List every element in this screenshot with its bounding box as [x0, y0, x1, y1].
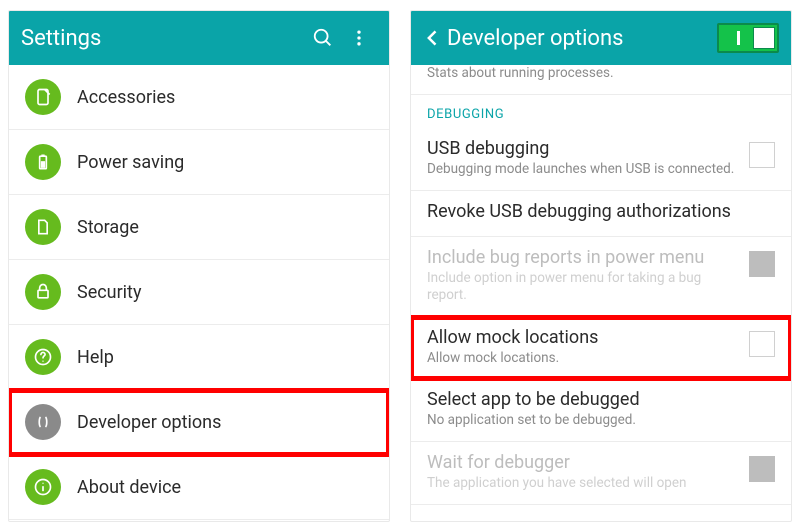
search-icon[interactable] — [305, 20, 341, 56]
settings-item-label: Help — [77, 347, 114, 368]
settings-item-label: Developer options — [77, 412, 221, 433]
settings-screen: Settings Accessories Power saving Storag… — [8, 10, 390, 522]
settings-item-label: Storage — [77, 217, 139, 238]
settings-item-label: About device — [77, 477, 181, 498]
settings-item-label: Power saving — [77, 152, 184, 173]
option-usb-debugging[interactable]: USB debugging Debugging mode launches wh… — [411, 128, 791, 191]
option-bug-reports-power-menu: Include bug reports in power menu Includ… — [411, 237, 791, 317]
settings-item-label: Security — [77, 282, 141, 303]
developer-options-screen: Developer options Stats about running pr… — [410, 10, 792, 522]
master-toggle[interactable] — [717, 23, 779, 53]
option-subtitle: Include option in power menu for taking … — [427, 270, 741, 304]
storage-icon — [25, 209, 61, 245]
page-title: Settings — [21, 26, 305, 51]
option-subtitle: The application you have selected will o… — [427, 475, 741, 492]
option-subtitle: Allow mock locations. — [427, 350, 741, 367]
developer-options-icon — [25, 404, 61, 440]
section-header-debugging: DEBUGGING — [411, 95, 791, 128]
about-device-icon — [25, 469, 61, 505]
option-title: USB debugging — [427, 138, 741, 159]
option-select-debug-app[interactable]: Select app to be debugged No application… — [411, 379, 791, 442]
option-subtitle: Stats about running processes. — [427, 65, 767, 82]
actionbar: Developer options — [411, 11, 791, 65]
settings-item-storage[interactable]: Storage — [9, 195, 389, 260]
option-subtitle: No application set to be debugged. — [427, 412, 767, 429]
settings-item-label: Accessories — [77, 87, 175, 108]
option-title: Revoke USB debugging authorizations — [427, 201, 767, 222]
section-header-applications: APPLICATIONS — [9, 520, 389, 521]
accessories-icon — [25, 79, 61, 115]
settings-item-accessories[interactable]: Accessories — [9, 65, 389, 130]
option-allow-mock-locations[interactable]: Allow mock locations Allow mock location… — [411, 317, 791, 380]
settings-item-about-device[interactable]: About device — [9, 455, 389, 520]
checkbox — [749, 456, 775, 482]
option-revoke-usb-auth[interactable]: Revoke USB debugging authorizations — [411, 191, 791, 237]
settings-list: Accessories Power saving Storage Securit… — [9, 65, 389, 521]
help-icon — [25, 339, 61, 375]
back-button[interactable]: Developer options — [423, 26, 717, 51]
option-title: Wait for debugger — [427, 452, 741, 473]
option-subtitle: Debugging mode launches when USB is conn… — [427, 161, 741, 178]
more-icon[interactable] — [341, 20, 377, 56]
checkbox[interactable] — [749, 142, 775, 168]
security-icon — [25, 274, 61, 310]
developer-options-list: Stats about running processes. DEBUGGING… — [411, 65, 791, 521]
power-saving-icon — [25, 144, 61, 180]
checkbox — [749, 251, 775, 277]
settings-item-help[interactable]: Help — [9, 325, 389, 390]
option-title: Allow mock locations — [427, 327, 741, 348]
option-title: Include bug reports in power menu — [427, 247, 741, 268]
page-title: Developer options — [447, 26, 623, 51]
settings-item-power-saving[interactable]: Power saving — [9, 130, 389, 195]
settings-item-developer-options[interactable]: Developer options — [9, 390, 389, 455]
option-wait-for-debugger: Wait for debugger The application you ha… — [411, 442, 791, 505]
option-title: Select app to be debugged — [427, 389, 767, 410]
option-process-stats[interactable]: Stats about running processes. — [411, 65, 791, 95]
checkbox[interactable] — [749, 331, 775, 357]
chevron-left-icon — [423, 28, 443, 48]
settings-item-security[interactable]: Security — [9, 260, 389, 325]
actionbar: Settings — [9, 11, 389, 65]
